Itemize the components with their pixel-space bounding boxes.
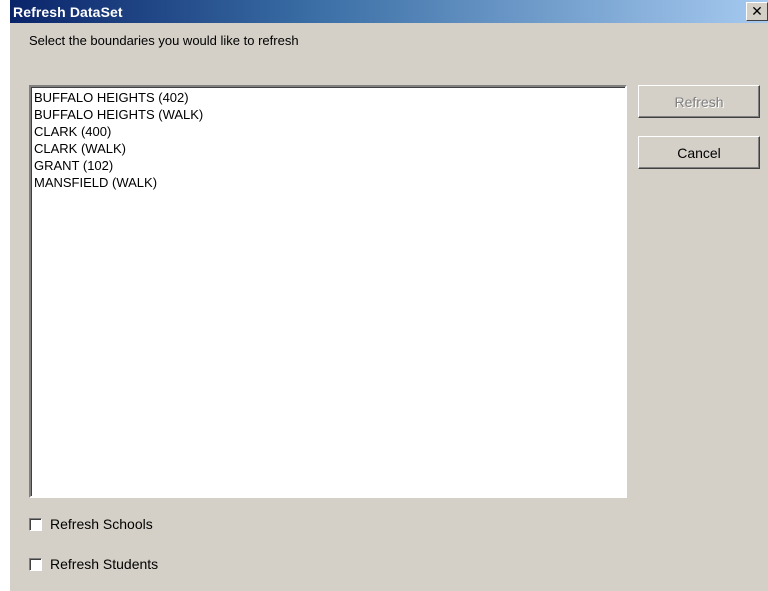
list-item[interactable]: MANSFIELD (WALK) xyxy=(34,174,625,191)
list-item[interactable]: CLARK (400) xyxy=(34,123,625,140)
boundaries-listbox[interactable]: BUFFALO HEIGHTS (402) BUFFALO HEIGHTS (W… xyxy=(29,85,627,498)
refresh-schools-checkbox[interactable] xyxy=(29,517,42,531)
refresh-students-checkbox[interactable] xyxy=(29,557,42,571)
list-item[interactable]: BUFFALO HEIGHTS (WALK) xyxy=(34,106,625,123)
refresh-dataset-dialog: Refresh DataSet ✕ Select the boundaries … xyxy=(10,0,768,591)
title-bar[interactable]: Refresh DataSet ✕ xyxy=(10,0,768,23)
close-button[interactable]: ✕ xyxy=(746,2,768,21)
list-item[interactable]: BUFFALO HEIGHTS (402) xyxy=(34,89,625,106)
close-icon: ✕ xyxy=(751,3,763,19)
refresh-schools-label[interactable]: Refresh Schools xyxy=(50,516,153,532)
refresh-students-label[interactable]: Refresh Students xyxy=(50,556,158,572)
refresh-button[interactable]: Refresh xyxy=(638,85,760,118)
refresh-students-option[interactable]: Refresh Students xyxy=(29,556,158,572)
list-item[interactable]: GRANT (102) xyxy=(34,157,625,174)
boundaries-prompt-label: Select the boundaries you would like to … xyxy=(29,33,299,48)
window-title: Refresh DataSet xyxy=(13,3,123,20)
refresh-schools-option[interactable]: Refresh Schools xyxy=(29,516,153,532)
list-item[interactable]: CLARK (WALK) xyxy=(34,140,625,157)
cancel-button[interactable]: Cancel xyxy=(638,136,760,169)
